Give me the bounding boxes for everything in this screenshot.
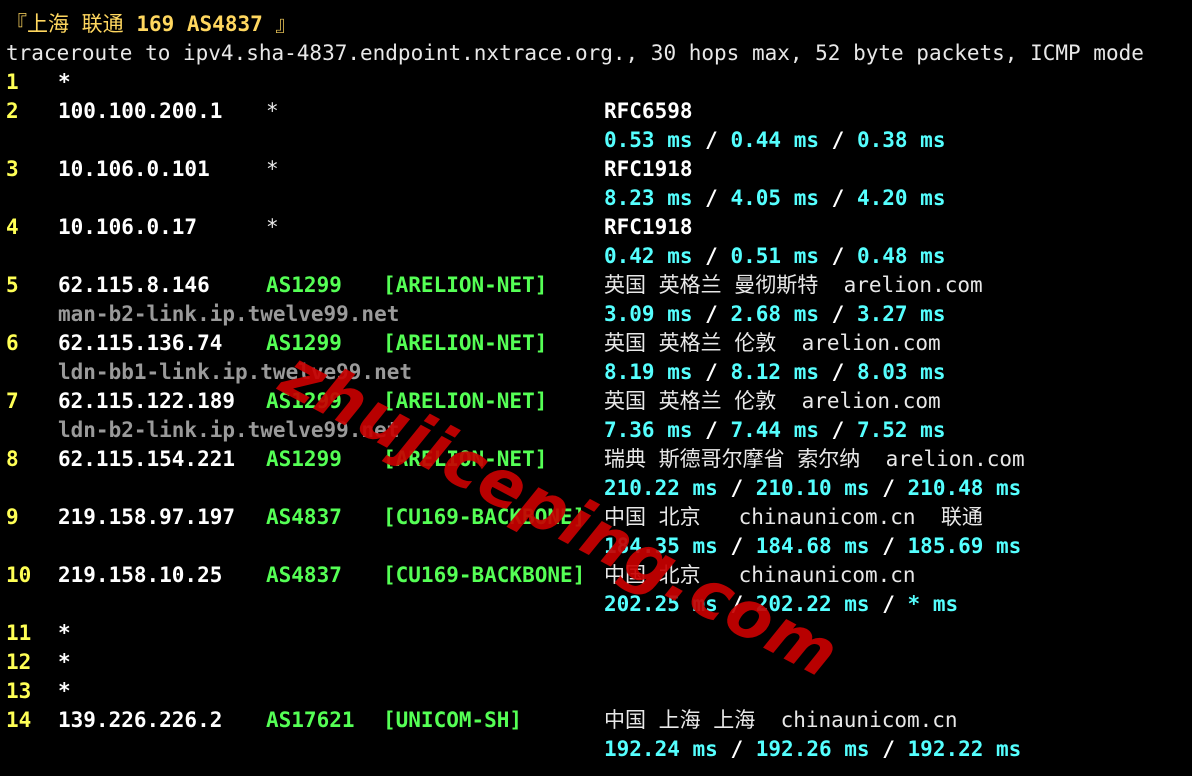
hop-asn: * <box>266 99 279 123</box>
hop-ip: * <box>58 621 71 645</box>
hop-rtt: 184.35 ms / 184.68 ms / 185.69 ms <box>604 534 1022 558</box>
hop-rtt: 3.09 ms / 2.68 ms / 3.27 ms <box>604 302 946 326</box>
hop-ip: 219.158.97.197 <box>58 505 236 529</box>
hop-asn: AS1299 <box>266 273 342 297</box>
hop-hostname: ldn-bb1-link.ip.twelve99.net <box>58 360 413 384</box>
hop-ip: 62.115.8.146 <box>58 273 210 297</box>
hop-rtt: 202.25 ms / 202.22 ms / * ms <box>604 592 959 616</box>
hop-geo: RFC6598 <box>604 99 693 123</box>
hop-geo: 中国 上海 上海 chinaunicom.cn <box>604 708 958 732</box>
hop-network: [CU169-BACKBONE] <box>383 563 586 587</box>
title-location: 上海 联通 <box>27 12 124 36</box>
hop-number: 6 <box>6 331 19 355</box>
hop-ip: 62.115.154.221 <box>58 447 236 471</box>
hop-geo: RFC1918 <box>604 215 693 239</box>
hop-rtt: 0.53 ms / 0.44 ms / 0.38 ms <box>604 128 946 152</box>
hop-network: [ARELION-NET] <box>383 273 548 297</box>
hop-hostname: man-b2-link.ip.twelve99.net <box>58 302 400 326</box>
hop-number: 10 <box>6 563 32 587</box>
hop-rtt: 192.24 ms / 192.26 ms / 192.22 ms <box>604 737 1022 761</box>
hop-number: 5 <box>6 273 19 297</box>
hop-ip: 100.100.200.1 <box>58 99 223 123</box>
hop-number: 14 <box>6 708 32 732</box>
command-line: traceroute to ipv4.sha-4837.endpoint.nxt… <box>6 41 1144 65</box>
hop-number: 12 <box>6 650 32 674</box>
hop-asn: AS1299 <box>266 389 342 413</box>
hop-ip: 62.115.136.74 <box>58 331 223 355</box>
title-bracket-close: 』 <box>275 12 297 36</box>
hop-geo: 中国 北京 chinaunicom.cn <box>604 563 916 587</box>
hop-ip: * <box>58 679 71 703</box>
hop-number: 2 <box>6 99 19 123</box>
hop-ip: 10.106.0.101 <box>58 157 210 181</box>
hop-number: 13 <box>6 679 32 703</box>
hop-number: 1 <box>6 70 19 94</box>
hop-rtt: 7.36 ms / 7.44 ms / 7.52 ms <box>604 418 946 442</box>
hop-asn: * <box>266 215 279 239</box>
hop-number: 8 <box>6 447 19 471</box>
hop-ip: * <box>58 650 71 674</box>
hop-ip: * <box>58 70 71 94</box>
hop-network: [CU169-BACKBONE] <box>383 505 586 529</box>
hop-number: 7 <box>6 389 19 413</box>
route-title: 『上海 联通 169 AS4837 』 <box>6 10 296 39</box>
hop-network: [ARELION-NET] <box>383 331 548 355</box>
hop-geo: 英国 英格兰 伦敦 arelion.com <box>604 331 941 355</box>
hop-network: [ARELION-NET] <box>383 389 548 413</box>
hop-ip: 139.226.226.2 <box>58 708 223 732</box>
title-route: 169 AS4837 <box>136 12 263 36</box>
hop-rtt: 8.23 ms / 4.05 ms / 4.20 ms <box>604 186 946 210</box>
hop-network: [ARELION-NET] <box>383 447 548 471</box>
hop-ip: 62.115.122.189 <box>58 389 236 413</box>
hop-network: [UNICOM-SH] <box>383 708 523 732</box>
hop-rtt: 8.19 ms / 8.12 ms / 8.03 ms <box>604 360 946 384</box>
title-bracket-open: 『 <box>6 12 27 36</box>
hop-number: 4 <box>6 215 19 239</box>
hop-asn: AS4837 <box>266 505 342 529</box>
hop-asn: AS1299 <box>266 331 342 355</box>
hop-geo: 中国 北京 chinaunicom.cn 联通 <box>604 505 983 529</box>
hop-rtt: 210.22 ms / 210.10 ms / 210.48 ms <box>604 476 1022 500</box>
hop-asn: AS1299 <box>266 447 342 471</box>
hop-number: 3 <box>6 157 19 181</box>
hop-geo: RFC1918 <box>604 157 693 181</box>
hop-geo: 瑞典 斯德哥尔摩省 索尔纳 arelion.com <box>604 447 1025 471</box>
hop-ip: 10.106.0.17 <box>58 215 198 239</box>
hop-number: 9 <box>6 505 19 529</box>
hop-asn: AS17621 <box>266 708 355 732</box>
hop-number: 11 <box>6 621 32 645</box>
hop-geo: 英国 英格兰 伦敦 arelion.com <box>604 389 941 413</box>
hop-geo: 英国 英格兰 曼彻斯特 arelion.com <box>604 273 983 297</box>
hop-rtt: 0.42 ms / 0.51 ms / 0.48 ms <box>604 244 946 268</box>
hop-hostname: ldn-b2-link.ip.twelve99.net <box>58 418 400 442</box>
terminal-window: 『上海 联通 169 AS4837 』 traceroute to ipv4.s… <box>0 0 1192 776</box>
hop-ip: 219.158.10.25 <box>58 563 223 587</box>
hop-asn: AS4837 <box>266 563 342 587</box>
hop-asn: * <box>266 157 279 181</box>
